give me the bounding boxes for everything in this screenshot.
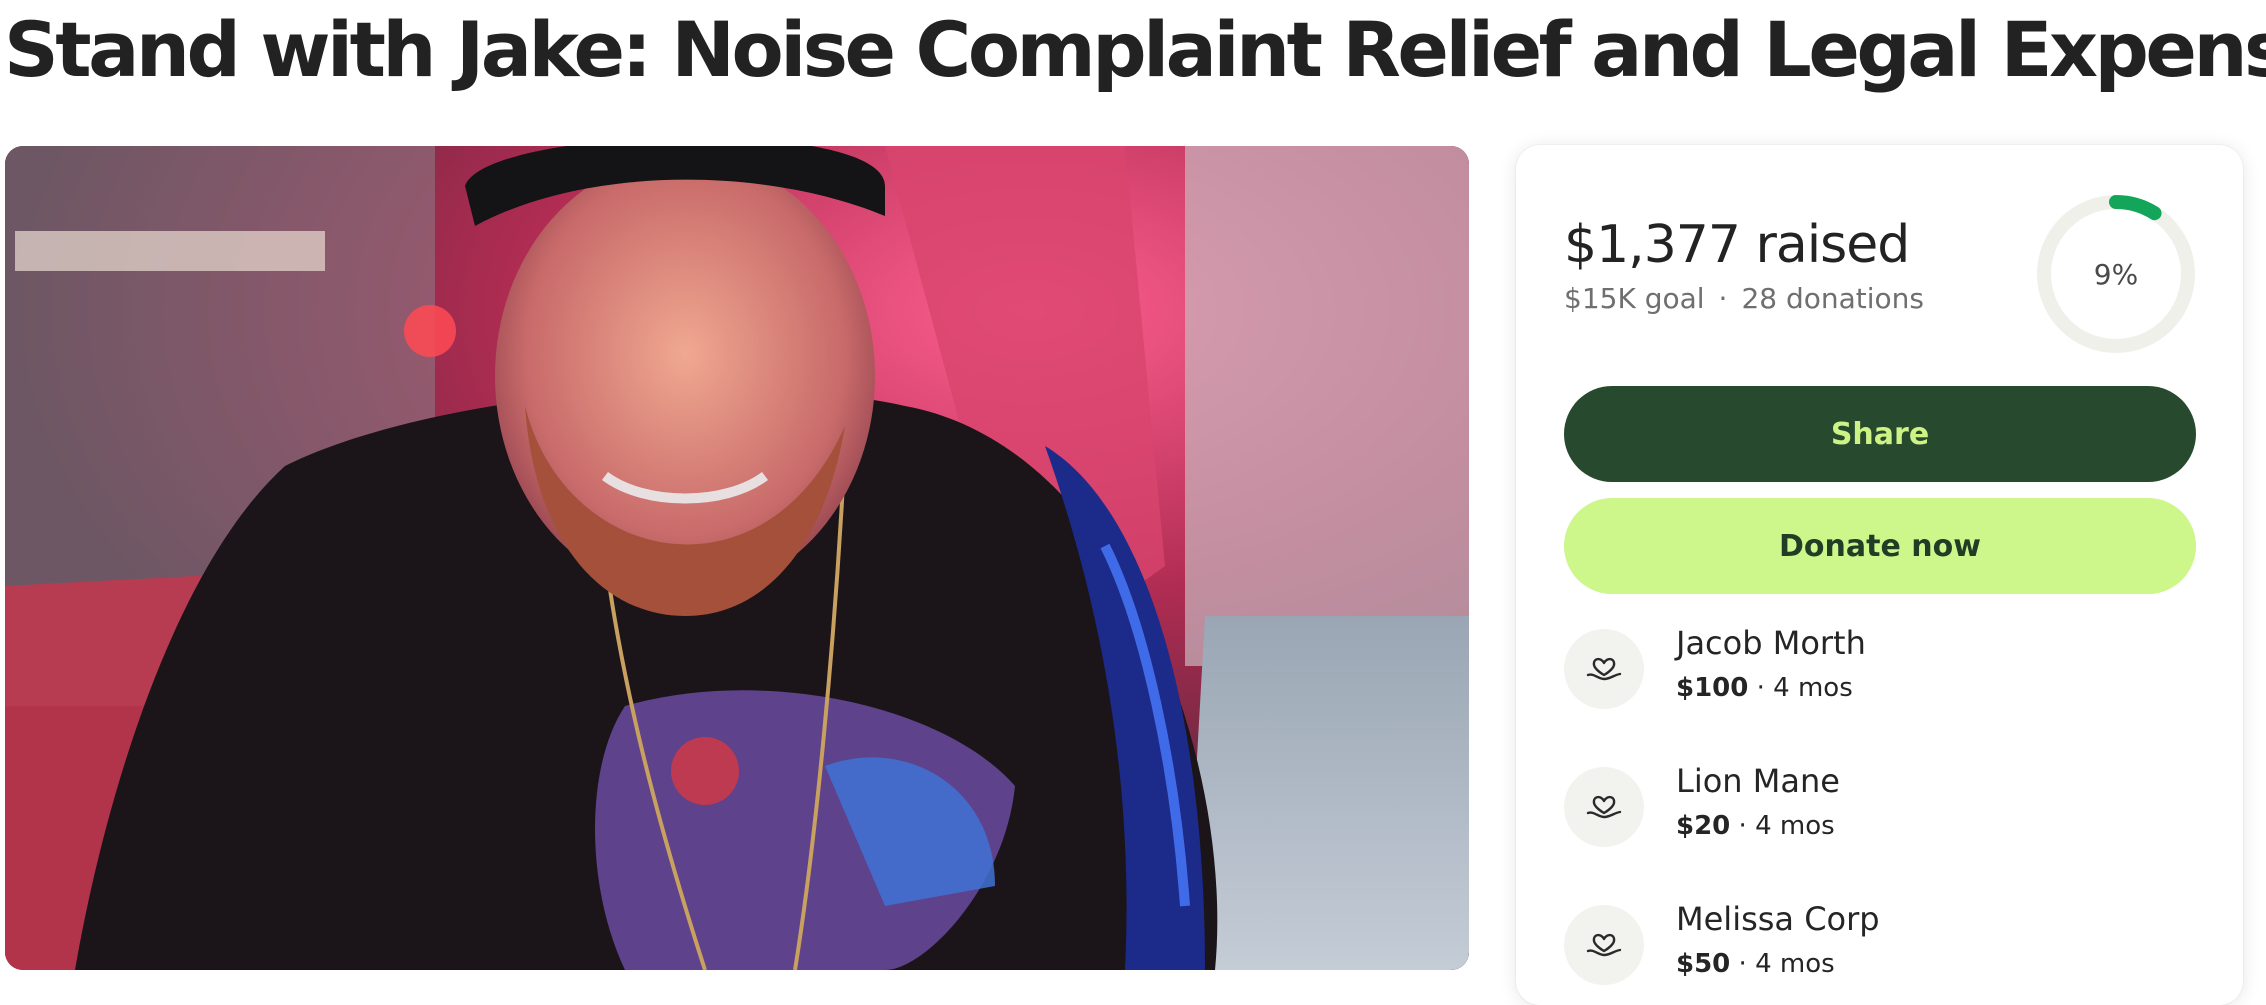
donation-time: · 4 mos [1756, 673, 1853, 703]
donation-item: Melissa Corp $50 · 4 mos [1564, 900, 2196, 995]
donor-name: Jacob Morth [1676, 624, 1866, 662]
donate-now-button[interactable]: Donate now [1564, 498, 2196, 594]
donation-time: · 4 mos [1738, 949, 1835, 979]
hero-photo [5, 146, 1469, 970]
donation-amount: $100 [1676, 673, 1749, 703]
goal-summary: $15K goal · 28 donations [1564, 282, 1924, 316]
donor-name: Lion Mane [1676, 762, 1840, 800]
amount-raised: $1,377 raised [1564, 215, 1910, 275]
donation-item: Jacob Morth $100 · 4 mos [1564, 624, 2196, 719]
heart-in-hand-icon [1564, 629, 1644, 709]
goal-amount: $15K goal [1564, 282, 1705, 315]
donation-amount: $50 [1676, 949, 1731, 979]
donation-count: 28 donations [1741, 282, 1925, 315]
donation-meta: $50 · 4 mos [1676, 947, 1835, 981]
progress-percent: 9% [2093, 257, 2139, 291]
heart-in-hand-icon [1564, 905, 1644, 985]
page-title: Stand with Jake: Noise Complaint Relief … [4, 5, 2266, 94]
heart-in-hand-icon [1564, 767, 1644, 847]
donation-meta: $100 · 4 mos [1676, 671, 1853, 705]
donation-time: · 4 mos [1738, 811, 1835, 841]
donation-card: $1,377 raised $15K goal · 28 donations 9% … [1516, 145, 2243, 1005]
donation-meta: $20 · 4 mos [1676, 809, 1835, 843]
progress-ring: 9% [2033, 191, 2199, 357]
donation-amount: $20 [1676, 811, 1731, 841]
campaign-hero-image [5, 146, 1469, 970]
share-button[interactable]: Share [1564, 386, 2196, 482]
donor-name: Melissa Corp [1676, 900, 1880, 938]
separator-dot: · [1718, 282, 1728, 315]
donation-item: Lion Mane $20 · 4 mos [1564, 762, 2196, 857]
